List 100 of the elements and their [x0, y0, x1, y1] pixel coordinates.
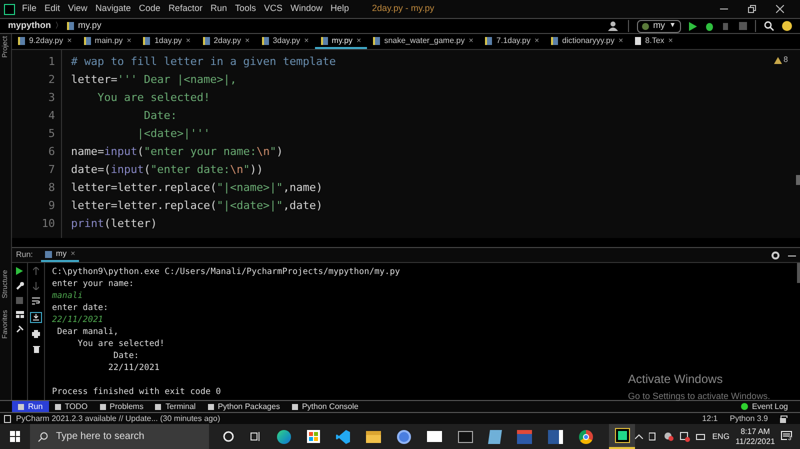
clock-time[interactable]: 8:17 AM — [740, 426, 770, 436]
folder-icon[interactable] — [366, 430, 382, 442]
tool-window-tab[interactable]: Python Console — [286, 401, 364, 412]
editor-tab[interactable]: dictionaryyy.py × — [545, 34, 630, 49]
window-title: 2day.py - my.py — [372, 2, 434, 16]
trash-icon[interactable] — [32, 345, 40, 353]
editor-tab[interactable]: snake_water_game.py × — [367, 34, 480, 49]
taskbar-search-field[interactable]: Type here to search — [30, 424, 210, 449]
breadcrumb-project[interactable]: mypython — [8, 19, 52, 33]
python-file-icon — [551, 36, 558, 44]
menu-item[interactable]: View — [68, 2, 88, 16]
action-center-icon[interactable] — [781, 431, 792, 442]
interpreter-label[interactable]: Python 3.9 — [730, 412, 768, 424]
user-icon[interactable] — [608, 21, 620, 31]
panel-heading: Run: — [16, 249, 33, 261]
console-line: 22/11/2021 — [107, 362, 160, 374]
menu-item[interactable]: Window — [290, 2, 323, 16]
menu-item[interactable]: File — [22, 2, 37, 16]
event-indicator-icon — [740, 403, 748, 410]
console-line: Process finished with exit code 0 — [52, 386, 222, 398]
store-bag-icon[interactable] — [307, 430, 320, 443]
menu-item[interactable]: Edit — [44, 2, 60, 16]
lock-icon[interactable] — [780, 414, 788, 422]
menu-item[interactable]: Help — [330, 2, 350, 16]
menu-item[interactable]: Run — [210, 2, 227, 16]
python-file-icon — [18, 36, 25, 44]
menu-item[interactable]: Code — [138, 2, 160, 16]
code-line: Date: — [142, 108, 178, 124]
update-indicator-icon[interactable] — [782, 21, 792, 31]
console-line: enter date: — [52, 302, 110, 314]
tool-window-tab[interactable]: TODO — [48, 401, 94, 412]
soft-wrap-icon[interactable] — [32, 297, 40, 305]
line-number: 7 — [47, 162, 55, 178]
code-line: You are selected! — [96, 90, 212, 106]
python-file-icon — [320, 36, 328, 44]
code-line: |<date>|''' — [136, 126, 212, 142]
warning-icon[interactable] — [774, 56, 782, 64]
console-line: You are selected! — [76, 338, 166, 350]
tool-window-tab[interactable]: Problems — [94, 401, 150, 412]
clock-date[interactable]: 11/22/2021 — [736, 436, 775, 446]
editor-tab[interactable]: 8.Tex × — [629, 34, 679, 49]
menu-item[interactable]: VCS — [264, 2, 282, 16]
windows-start-icon[interactable] — [10, 431, 20, 442]
restore-icon[interactable] — [748, 5, 756, 13]
warning-count[interactable]: 8 — [784, 54, 788, 66]
battery-icon[interactable] — [696, 434, 706, 440]
caret-position[interactable]: 12:1 — [702, 412, 718, 424]
language-indicator[interactable]: ENG — [712, 430, 730, 442]
menu-item[interactable]: Tools — [234, 2, 256, 16]
console-line: manali — [52, 290, 84, 302]
line-number: 9 — [47, 198, 55, 214]
pycharm-taskbar-icon[interactable] — [609, 424, 636, 449]
code-line: letter=letter.replace("|<date>|",date) — [71, 198, 324, 214]
editor-tab[interactable]: 3day.py × — [256, 34, 315, 49]
python-file-icon — [67, 22, 74, 30]
code-line: letter=letter.replace("|<name>|",name) — [71, 180, 324, 196]
python-file-icon — [44, 250, 52, 258]
console-line: C:\python9\python.exe C:/Users/Manali/PycharmProjects/mypython/my.py — [52, 266, 400, 278]
event-log-button[interactable]: Event Log — [752, 400, 788, 412]
activation-notice-title: Activate Windows — [628, 371, 724, 388]
search-icon[interactable] — [764, 21, 774, 31]
chevron-up-icon[interactable] — [635, 434, 644, 439]
python-file-icon — [202, 36, 210, 44]
cortana-circle-icon[interactable] — [223, 431, 234, 442]
tool-window-tab[interactable]: Run — [12, 401, 49, 412]
menu-item[interactable]: Navigate — [95, 2, 131, 16]
editor-tab[interactable]: main.py × — [78, 34, 138, 49]
tool-window-tab[interactable]: Terminal — [149, 401, 202, 412]
menu-item[interactable]: Refactor — [168, 2, 202, 16]
code-line: date=(input("enter date:\n")) — [71, 162, 264, 178]
python-file-icon — [262, 36, 269, 44]
editor-tab[interactable]: 9.2day.py × — [12, 34, 78, 49]
process-tab[interactable]: my × — [40, 248, 80, 262]
python-file-icon — [143, 36, 150, 44]
rerun-icon[interactable] — [16, 267, 23, 275]
scrollbar-thumb[interactable] — [796, 175, 800, 185]
app-alert-icon[interactable] — [680, 432, 690, 442]
status-message[interactable]: PyCharm 2021.2.3 available // Update... (30 minutes ago) — [16, 412, 220, 424]
line-number: 4 — [47, 108, 55, 124]
wrench-icon[interactable] — [16, 282, 24, 290]
editor-tab[interactable]: 2day.py × — [196, 34, 256, 49]
text-file-icon — [635, 36, 642, 44]
up-arrow-icon[interactable] — [33, 267, 39, 275]
down-arrow-icon[interactable] — [33, 282, 39, 290]
editor-tab[interactable]: 7.1day.py × — [479, 34, 546, 49]
chrome-icon[interactable] — [579, 430, 594, 444]
breadcrumb-file[interactable]: my.py — [78, 19, 102, 33]
line-number: 3 — [47, 90, 55, 106]
console-line: 22/11/2021 — [52, 314, 104, 326]
editor-tab[interactable]: 1day.py × — [137, 34, 197, 49]
terminal-window-icon[interactable] — [458, 430, 474, 442]
close-icon[interactable] — [776, 5, 784, 13]
breadcrumb-separator: 〉 — [55, 20, 64, 32]
code-line: letter=''' Dear |<name>|, — [71, 72, 238, 88]
scroll-to-end-icon[interactable] — [30, 312, 42, 323]
python-file-icon — [373, 36, 380, 44]
layout-icon[interactable] — [16, 311, 24, 318]
settings-icon[interactable] — [771, 250, 780, 260]
task-view-icon[interactable] — [250, 431, 262, 442]
tool-window-tab[interactable]: Python Packages — [202, 401, 286, 412]
